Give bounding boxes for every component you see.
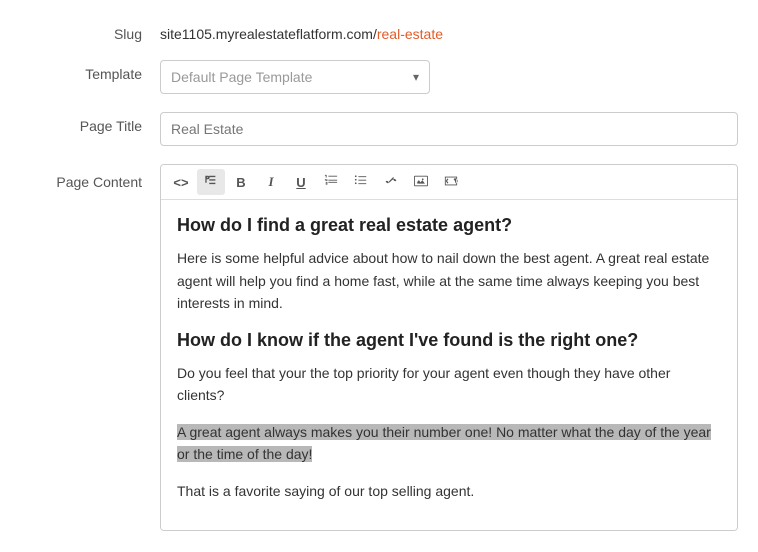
template-row: Template Default Page Template ▾: [0, 60, 758, 94]
template-select[interactable]: Default Page Template ▾: [160, 60, 430, 94]
unordered-list-button[interactable]: [347, 169, 375, 195]
slug-row: Slug site1105.myrealestateflatform.com/r…: [0, 20, 758, 42]
code-button[interactable]: <>: [167, 169, 195, 195]
ordered-list-icon: [324, 174, 338, 191]
embed-icon: [444, 174, 458, 191]
bold-button[interactable]: B: [227, 169, 255, 195]
code-icon: <>: [173, 175, 188, 190]
slug-base-text: site1105.myrealestateflatform.com/: [160, 26, 377, 42]
page-content-label: Page Content: [20, 164, 160, 190]
content-heading-1: How do I find a great real estate agent?: [177, 214, 721, 237]
bold-icon: B: [236, 175, 245, 190]
chevron-down-icon: ▾: [413, 70, 419, 84]
ordered-list-button[interactable]: [317, 169, 345, 195]
page-title-input[interactable]: [160, 112, 738, 146]
slug-label: Slug: [20, 20, 160, 42]
content-heading-2: How do I know if the agent I've found is…: [177, 329, 721, 352]
page-title-field: [160, 112, 738, 146]
highlighted-text: A great agent always makes you their num…: [177, 424, 711, 462]
italic-button[interactable]: I: [257, 169, 285, 195]
editor-container: <> B I U: [160, 164, 738, 531]
content-paragraph-2: Do you feel that your the top priority f…: [177, 362, 721, 407]
slug-value: site1105.myrealestateflatform.com/real-e…: [160, 20, 738, 42]
underline-icon: U: [296, 175, 305, 190]
image-icon: [414, 174, 428, 191]
page-title-row: Page Title: [0, 112, 758, 146]
italic-icon: I: [268, 174, 273, 190]
content-paragraph-3: A great agent always makes you their num…: [177, 421, 721, 466]
template-label: Template: [20, 60, 160, 82]
format-button[interactable]: [197, 169, 225, 195]
template-field: Default Page Template ▾: [160, 60, 738, 94]
template-value: Default Page Template: [171, 69, 312, 85]
editor-body[interactable]: How do I find a great real estate agent?…: [161, 200, 737, 530]
link-icon: [384, 174, 398, 191]
page-content-row: Page Content <> B I U: [0, 164, 758, 531]
editor-toolbar: <> B I U: [161, 165, 737, 200]
image-button[interactable]: [407, 169, 435, 195]
underline-button[interactable]: U: [287, 169, 315, 195]
embed-button[interactable]: [437, 169, 465, 195]
content-paragraph-1: Here is some helpful advice about how to…: [177, 247, 721, 314]
page-title-label: Page Title: [20, 112, 160, 134]
unordered-list-icon: [354, 174, 368, 191]
paragraph-icon: [204, 174, 218, 191]
link-button[interactable]: [377, 169, 405, 195]
slug-link[interactable]: real-estate: [377, 26, 443, 42]
content-paragraph-4: That is a favorite saying of our top sel…: [177, 480, 721, 502]
